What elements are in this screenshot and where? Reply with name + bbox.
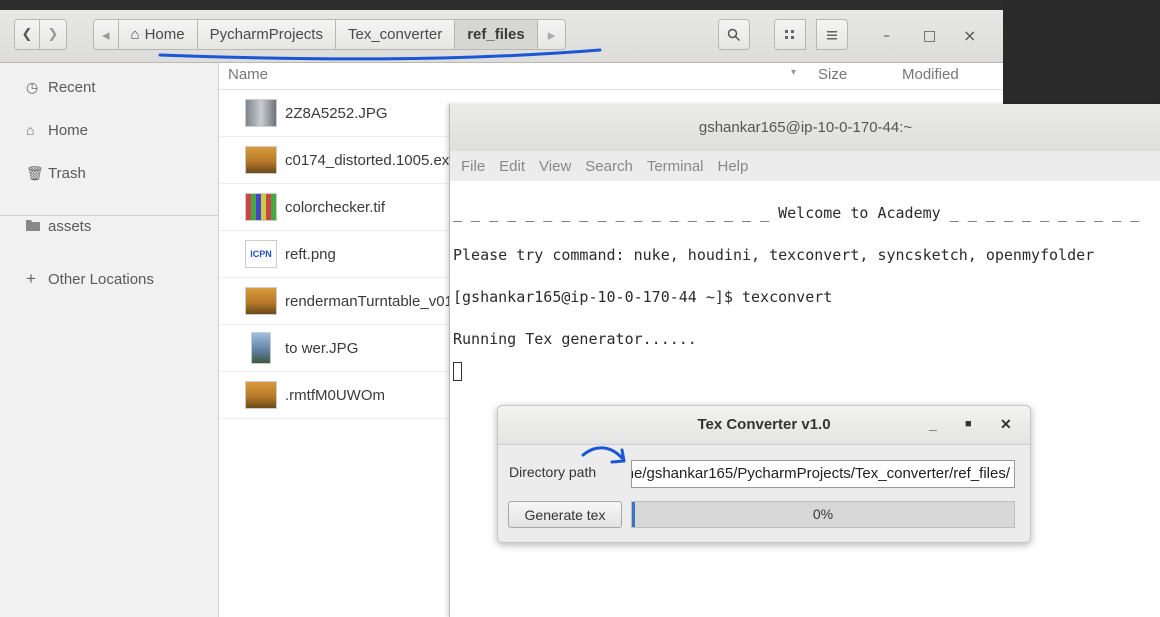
grid-view-icon: [785, 29, 794, 39]
small-triangle-right-icon: ▸: [547, 26, 556, 44]
minimize-button[interactable]: –: [883, 28, 890, 44]
column-header-modified[interactable]: Modified: [902, 66, 959, 83]
chevron-left-icon: ❮: [21, 27, 33, 42]
menu-file[interactable]: File: [461, 158, 485, 175]
path-crumb-label: Home: [144, 26, 185, 43]
image-thumbnail-icon: [245, 146, 277, 174]
generate-tex-button[interactable]: Generate tex: [508, 501, 622, 528]
path-scroll-left-button[interactable]: ◂: [93, 19, 119, 50]
path-crumb-pycharmprojects[interactable]: PycharmProjects: [196, 19, 336, 50]
progress-bar: 0%: [631, 501, 1015, 528]
dialog-maximize-button[interactable]: ■: [965, 418, 972, 430]
path-bar: ◂ ⌂ Home PycharmProjects Tex_converter r…: [93, 19, 567, 50]
path-crumb-label: PycharmProjects: [209, 26, 323, 43]
terminal-cursor: [453, 362, 462, 381]
image-thumbnail-icon: ICPN: [245, 240, 277, 268]
image-thumbnail-icon: [245, 99, 277, 127]
terminal-title: gshankar165@ip-10-0-170-44:~: [698, 119, 913, 136]
file-name: colorchecker.tif: [285, 198, 386, 216]
file-name: 2Z8A5252.JPG: [285, 104, 388, 122]
forward-button[interactable]: ❯: [39, 19, 67, 50]
menu-edit[interactable]: Edit: [499, 158, 525, 175]
clock-icon: ◷: [26, 78, 39, 95]
small-triangle-left-icon: ◂: [102, 26, 110, 44]
image-thumbnail-icon: [245, 287, 277, 315]
path-crumb-ref-files[interactable]: ref_files: [454, 19, 538, 50]
sidebar-item-trash[interactable]: 🗑 Trash: [0, 154, 218, 192]
back-button[interactable]: ❮: [14, 19, 40, 50]
search-icon: [727, 28, 741, 41]
column-headers: Name ▾ Size Modified: [219, 63, 1003, 90]
path-crumb-tex-converter[interactable]: Tex_converter: [334, 19, 456, 50]
file-name: to wer.JPG: [285, 339, 359, 357]
file-manager-headerbar: ❮ ❯ ◂ ⌂ Home PycharmProjects Tex_convert…: [0, 10, 1003, 63]
tex-converter-dialog: Tex Converter v1.0 _ ■ ✕ Directory path …: [497, 405, 1031, 543]
sidebar-item-other-locations[interactable]: + Other Locations: [0, 260, 218, 298]
plus-icon: +: [26, 269, 36, 288]
menu-help[interactable]: Help: [718, 158, 749, 175]
terminal-menubar: File Edit View Search Terminal Help: [450, 151, 1160, 181]
directory-path-input[interactable]: /home/gshankar165/PycharmProjects/Tex_co…: [631, 460, 1015, 488]
path-crumb-home[interactable]: ⌂ Home: [117, 19, 198, 50]
sidebar-item-recent[interactable]: ◷ Recent: [0, 68, 218, 106]
directory-path-label: Directory path: [509, 464, 597, 480]
chevron-right-icon: ❯: [47, 27, 59, 42]
file-name: .rmtfM0UWOm: [285, 386, 385, 404]
sidebar-item-home[interactable]: ⌂ Home: [0, 111, 218, 149]
list-view-icon: [827, 30, 837, 39]
grid-view-button[interactable]: [774, 19, 806, 50]
places-sidebar: ◷ Recent ⌂ Home 🗑 Trash assets + Other L…: [0, 63, 219, 617]
sidebar-item-label: assets: [48, 217, 92, 235]
terminal-line-output: Running Tex generator......: [453, 330, 697, 348]
home-icon: ⌂: [26, 122, 35, 138]
progress-text: 0%: [812, 506, 834, 522]
file-name: reft.png: [285, 245, 336, 263]
menu-view[interactable]: View: [539, 158, 571, 175]
dialog-titlebar[interactable]: Tex Converter v1.0 _ ■ ✕: [498, 406, 1030, 445]
terminal-titlebar[interactable]: gshankar165@ip-10-0-170-44:~: [450, 104, 1160, 152]
image-thumbnail-icon: [245, 193, 277, 221]
menu-terminal[interactable]: Terminal: [647, 158, 704, 175]
list-view-button[interactable]: [816, 19, 848, 50]
trash-icon: 🗑: [26, 164, 44, 181]
terminal-output[interactable]: _ _ _ _ _ _ _ _ _ _ _ _ _ _ _ _ _ _ Welc…: [453, 182, 1160, 617]
desktop-background-top: [0, 0, 1002, 10]
path-crumb-label: ref_files: [467, 26, 525, 43]
sort-arrow-icon: ▾: [791, 67, 797, 78]
dialog-title: Tex Converter v1.0: [697, 416, 831, 433]
file-name: rendermanTurntable_v01: [285, 292, 453, 310]
file-name: c0174_distorted.1005.exr: [285, 151, 455, 169]
column-header-size[interactable]: Size: [818, 66, 847, 83]
path-scroll-right-button[interactable]: ▸: [536, 19, 567, 50]
sidebar-item-label: Home: [48, 121, 89, 139]
maximize-button[interactable]: □: [923, 28, 936, 44]
sidebar-item-label: Other Locations: [48, 270, 154, 288]
folder-icon: [26, 218, 48, 234]
search-button[interactable]: [718, 19, 750, 50]
menu-search[interactable]: Search: [585, 158, 633, 175]
terminal-line-banner: _ _ _ _ _ _ _ _ _ _ _ _ _ _ _ _ _ _ Welc…: [453, 204, 1140, 222]
column-header-name[interactable]: Name: [228, 66, 268, 83]
dialog-minimize-button[interactable]: _: [929, 416, 937, 432]
sidebar-item-assets[interactable]: assets: [0, 207, 218, 245]
terminal-line-hint: Please try command: nuke, houdini, texco…: [453, 246, 1095, 264]
sidebar-item-label: Trash: [48, 164, 86, 182]
image-thumbnail-icon: [245, 381, 277, 409]
terminal-line-command: [gshankar165@ip-10-0-170-44 ~]$ texconve…: [453, 288, 833, 306]
sidebar-item-label: Recent: [48, 78, 96, 96]
home-icon: ⌂: [130, 26, 140, 43]
dialog-close-button[interactable]: ✕: [1000, 416, 1012, 433]
image-thumbnail-icon: [251, 332, 271, 364]
close-button[interactable]: ×: [963, 26, 976, 45]
path-crumb-label: Tex_converter: [347, 26, 443, 43]
